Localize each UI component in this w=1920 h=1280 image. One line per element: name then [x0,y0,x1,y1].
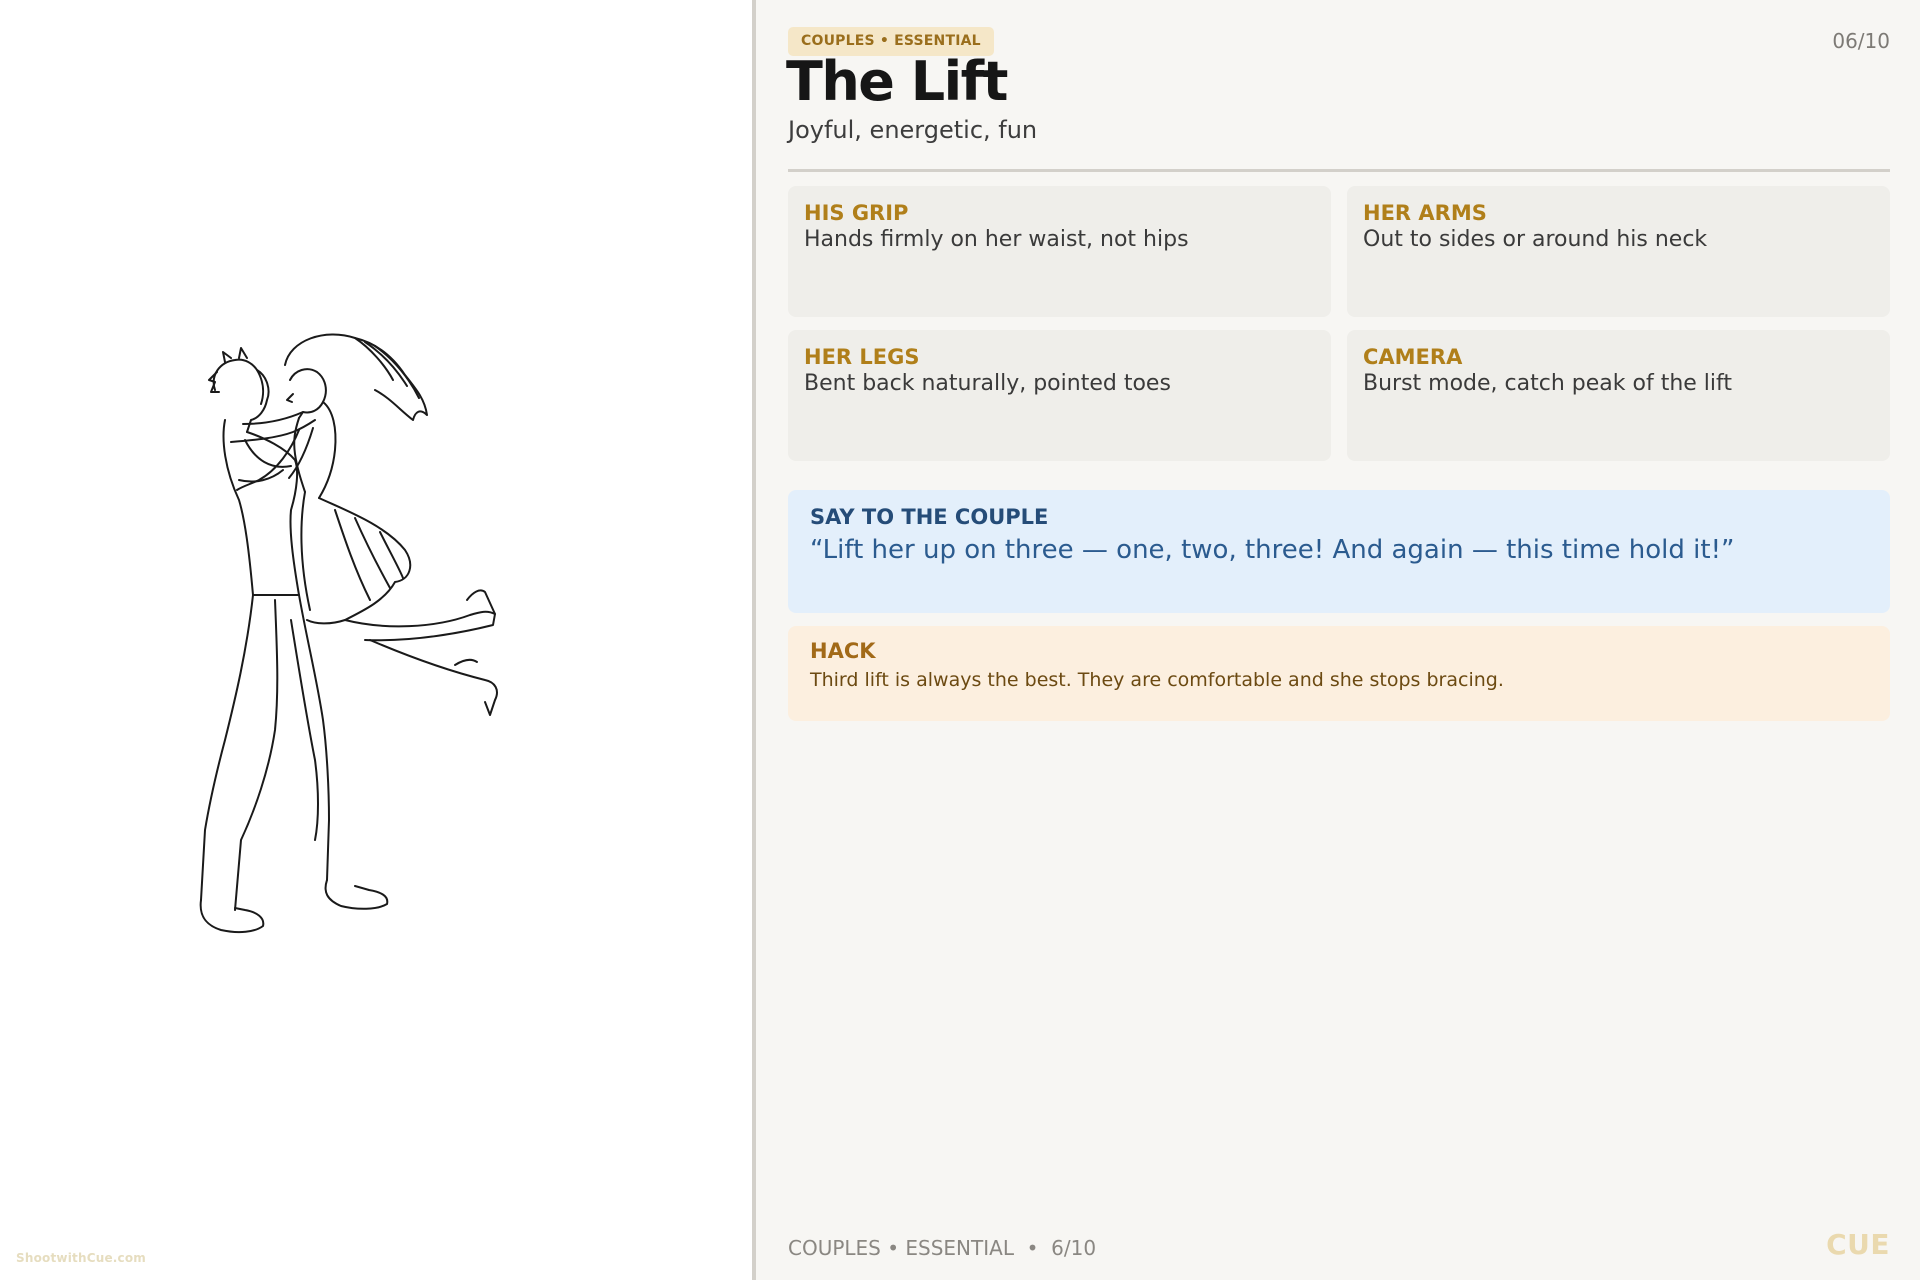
tip-card-text: Burst mode, catch peak of the lift [1363,371,1732,396]
tip-card-label: HER ARMS [1363,201,1487,225]
tip-card-text: Bent back naturally, pointed toes [804,371,1171,396]
tip-card-camera: CAMERA Burst mode, catch peak of the lif… [1347,330,1890,461]
tip-card-text: Hands firmly on her waist, not hips [804,227,1189,252]
hack-text: Third lift is always the best. They are … [810,669,1504,691]
illustration-panel: ShootwithCue.com [0,0,752,1280]
pose-title: The Lift [786,50,1008,113]
tip-card-label: CAMERA [1363,345,1463,369]
tip-card-text: Out to sides or around his neck [1363,227,1708,252]
say-label: SAY TO THE COUPLE [810,505,1049,529]
hack-box: HACK Third lift is always the best. They… [788,626,1890,721]
tip-card-label: HIS GRIP [804,201,909,225]
title-divider [788,169,1890,172]
footer-category: COUPLES • ESSENTIAL • 6/10 [788,1236,1097,1260]
pose-card-panel: COUPLES • ESSENTIAL 06/10 The Lift Joyfu… [756,0,1920,1280]
say-to-couple-box: SAY TO THE COUPLE “Lift her up on three … [788,490,1890,613]
tip-card-her-legs: HER LEGS Bent back naturally, pointed to… [788,330,1331,461]
hack-label: HACK [810,639,876,663]
brand-logo: CUE [1826,1228,1890,1261]
watermark: ShootwithCue.com [16,1251,146,1265]
tip-card-her-arms: HER ARMS Out to sides or around his neck [1347,186,1890,317]
page-counter: 06/10 [1832,29,1890,53]
tip-card-label: HER LEGS [804,345,920,369]
say-quote: “Lift her up on three — one, two, three!… [810,535,1735,565]
couple-lift-illustration [199,333,498,934]
pose-subtitle: Joyful, energetic, fun [788,116,1038,144]
tip-card-his-grip: HIS GRIP Hands firmly on her waist, not … [788,186,1331,317]
